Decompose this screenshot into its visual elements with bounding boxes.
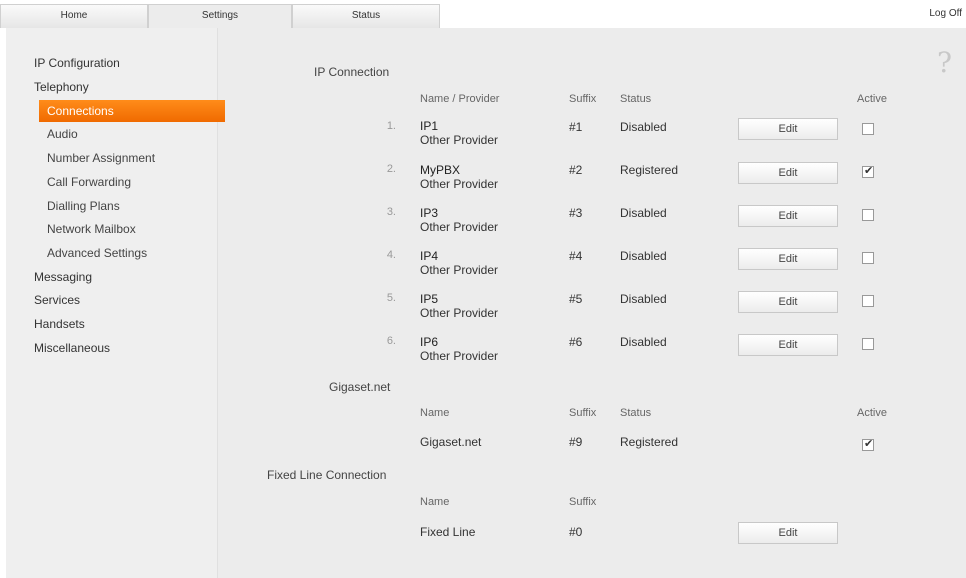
connection-suffix: #1 <box>569 120 583 134</box>
active-checkbox[interactable] <box>862 164 874 178</box>
sidebar-item-call-forwarding[interactable]: Call Forwarding <box>47 175 131 189</box>
connection-status: Disabled <box>620 292 667 306</box>
edit-button[interactable]: Edit <box>738 291 838 313</box>
logoff-link[interactable]: Log Off <box>929 8 962 19</box>
connection-suffix: #5 <box>569 292 583 306</box>
col-head-suffix: Suffix <box>569 496 597 508</box>
connection-status: Disabled <box>620 120 667 134</box>
row-number: 6. <box>386 335 396 347</box>
connection-name: MyPBX Other Provider <box>420 163 499 191</box>
sidebar-item-miscellaneous[interactable]: Miscellaneous <box>34 341 110 355</box>
col-head-active: Active <box>857 407 887 419</box>
connection-status: Disabled <box>620 335 667 349</box>
tab-home[interactable]: Home <box>0 4 148 28</box>
col-head-suffix: Suffix <box>569 93 597 105</box>
sidebar-item-messaging[interactable]: Messaging <box>34 270 92 284</box>
sidebar-item-network-mailbox[interactable]: Network Mailbox <box>47 222 136 236</box>
connection-name: IP3 Other Provider <box>420 206 499 234</box>
section-title-ip-connection: IP Connection <box>314 65 390 79</box>
active-checkbox[interactable] <box>862 123 874 135</box>
edit-button[interactable]: Edit <box>738 205 838 227</box>
connection-name: IP6 Other Provider <box>420 335 499 363</box>
sidebar-item-number-assignment[interactable]: Number Assignment <box>47 151 155 165</box>
active-checkbox[interactable] <box>862 437 874 451</box>
help-icon[interactable]: ? <box>937 46 952 79</box>
connection-suffix: #2 <box>569 163 583 177</box>
connection-name: IP1 Other Provider <box>420 119 499 147</box>
active-checkbox[interactable] <box>862 338 874 350</box>
main-area: IP Configuration Telephony Connections A… <box>6 28 966 578</box>
top-tab-bar: Home Settings Status Log Off <box>0 0 966 28</box>
col-head-name: Name <box>420 407 450 419</box>
tab-status[interactable]: Status <box>292 4 440 28</box>
col-head-name: Name / Provider <box>420 93 500 105</box>
edit-button[interactable]: Edit <box>738 118 838 140</box>
edit-button[interactable]: Edit <box>738 162 838 184</box>
col-head-status: Status <box>620 93 652 105</box>
connection-name: IP4 Other Provider <box>420 249 499 277</box>
sidebar-item-connections[interactable]: Connections <box>39 100 225 122</box>
gigaset-suffix: #9 <box>569 435 583 449</box>
connection-suffix: #3 <box>569 206 583 220</box>
row-number: 4. <box>386 249 396 261</box>
sidebar-item-telephony[interactable]: Telephony <box>34 80 89 94</box>
edit-button[interactable]: Edit <box>738 522 838 544</box>
row-number: 3. <box>386 206 396 218</box>
sidebar-item-advanced-settings[interactable]: Advanced Settings <box>47 246 147 260</box>
fixed-line-name: Fixed Line <box>420 525 476 539</box>
sidebar-item-dialling-plans[interactable]: Dialling Plans <box>47 199 120 213</box>
active-checkbox[interactable] <box>862 209 874 221</box>
sidebar-item-services[interactable]: Services <box>34 293 80 307</box>
tab-settings[interactable]: Settings <box>148 4 292 28</box>
connection-name: IP5 Other Provider <box>420 292 499 320</box>
edit-button[interactable]: Edit <box>738 248 838 270</box>
sidebar-item-handsets[interactable]: Handsets <box>34 317 85 331</box>
fixed-line-suffix: #0 <box>569 525 583 539</box>
connection-suffix: #4 <box>569 249 583 263</box>
sidebar: IP Configuration Telephony Connections A… <box>6 28 225 578</box>
col-head-status: Status <box>620 407 652 419</box>
row-number: 1. <box>386 120 396 132</box>
sidebar-item-ip-configuration[interactable]: IP Configuration <box>34 56 120 70</box>
connection-status: Registered <box>620 163 679 177</box>
connection-status: Disabled <box>620 249 667 263</box>
row-number: 5. <box>386 292 396 304</box>
sidebar-item-audio[interactable]: Audio <box>47 127 78 141</box>
active-checkbox[interactable] <box>862 295 874 307</box>
edit-button[interactable]: Edit <box>738 334 838 356</box>
col-head-active: Active <box>857 93 887 105</box>
col-head-name: Name <box>420 496 450 508</box>
section-title-gigaset: Gigaset.net <box>329 380 391 394</box>
col-head-suffix: Suffix <box>569 407 597 419</box>
gigaset-name: Gigaset.net <box>420 435 482 449</box>
connection-status: Disabled <box>620 206 667 220</box>
row-number: 2. <box>386 163 396 175</box>
gigaset-status: Registered <box>620 435 679 449</box>
section-title-fixed-line: Fixed Line Connection <box>267 468 387 482</box>
active-checkbox[interactable] <box>862 252 874 264</box>
connection-suffix: #6 <box>569 335 583 349</box>
